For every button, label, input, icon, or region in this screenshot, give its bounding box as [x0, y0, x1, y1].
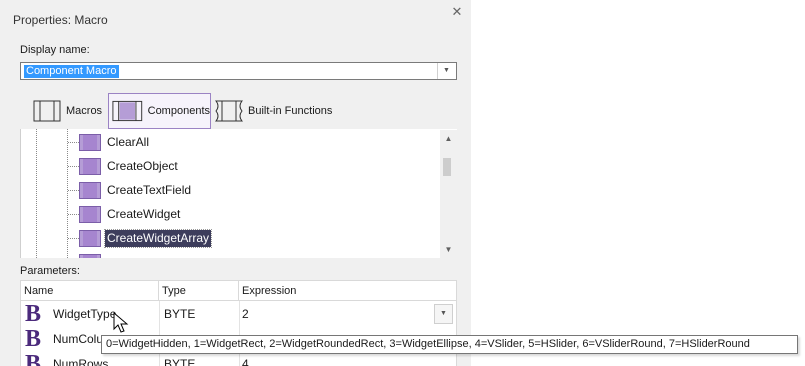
parameter-row[interactable]: B NumRows BYTE 4 [21, 351, 456, 366]
chevron-down-icon[interactable]: ▼ [434, 304, 453, 324]
tab-macros[interactable]: Macros [32, 93, 106, 129]
parameter-name: NumColu [53, 332, 104, 346]
tab-components[interactable]: Components [108, 93, 211, 129]
tree-item-label: CreateWidgetArray [103, 229, 213, 248]
properties-dialog: Properties: Macro ✕ Display name: Compon… [0, 0, 471, 366]
byte-type-icon: B [25, 301, 42, 327]
macro-item-icon [79, 230, 101, 247]
dialog-title: Properties: Macro [13, 13, 108, 27]
tab-components-label: Components [147, 105, 210, 117]
byte-type-icon: B [25, 326, 42, 352]
macro-item-icon [79, 206, 101, 223]
macro-item-icon [79, 134, 101, 151]
builtin-function-icon [214, 100, 244, 122]
tab-builtin-functions-label: Built-in Functions [248, 105, 333, 117]
parameters-label: Parameters: [20, 265, 80, 277]
component-icon [112, 100, 143, 122]
tab-macros-label: Macros [66, 105, 103, 117]
tree-item[interactable] [21, 251, 441, 258]
scroll-thumb[interactable] [443, 158, 451, 176]
tree-item-label: ClearAll [107, 135, 150, 149]
macro-item-icon [79, 182, 101, 199]
tree-item[interactable]: CreateWidget [21, 203, 441, 225]
column-header-name[interactable]: Name [21, 281, 159, 301]
parameter-expression-input[interactable]: 4 [239, 354, 435, 366]
scroll-up-icon[interactable]: ▲ [440, 130, 457, 147]
tree-item[interactable]: CreateObject [21, 155, 441, 177]
mouse-cursor-icon [113, 312, 129, 333]
parameter-name: NumRows [53, 357, 109, 366]
chevron-down-icon[interactable]: ▼ [437, 63, 456, 79]
close-icon[interactable]: ✕ [450, 5, 464, 19]
column-header-expression[interactable]: Expression [239, 281, 456, 301]
macro-item-icon [79, 158, 101, 175]
tree-item-label: CreateObject [107, 159, 178, 173]
display-name-label: Display name: [20, 44, 90, 56]
scroll-down-icon[interactable]: ▼ [440, 241, 457, 258]
tree-item[interactable]: CreateTextField [21, 179, 441, 201]
parameter-name: WidgetType [53, 307, 117, 321]
parameter-type: BYTE [164, 357, 196, 366]
tree-item-selected[interactable]: CreateWidgetArray [21, 227, 441, 249]
component-tree[interactable]: ClearAll CreateObject CreateTextField Cr… [20, 129, 457, 258]
tree-item-label: CreateTextField [107, 183, 192, 197]
parameter-tooltip: 0=WidgetHidden, 1=WidgetRect, 2=WidgetRo… [101, 335, 798, 354]
column-header-type[interactable]: Type [159, 281, 239, 301]
parameter-type: BYTE [164, 307, 196, 321]
macro-item-icon [79, 254, 101, 258]
macro-icon [33, 100, 61, 122]
tree-item[interactable]: ClearAll [21, 131, 441, 153]
parameter-row[interactable]: B WidgetType BYTE 2 ▼ [21, 301, 456, 327]
parameter-expression-input[interactable]: 2 [239, 304, 435, 324]
tree-item-label: CreateWidget [107, 207, 181, 221]
display-name-combobox[interactable]: Component Macro ▼ [20, 62, 457, 80]
byte-type-icon: B [25, 351, 42, 366]
tree-scrollbar[interactable]: ▲ ▼ [440, 130, 457, 258]
display-name-value[interactable]: Component Macro [24, 65, 119, 78]
tab-builtin-functions[interactable]: Built-in Functions [214, 93, 339, 129]
